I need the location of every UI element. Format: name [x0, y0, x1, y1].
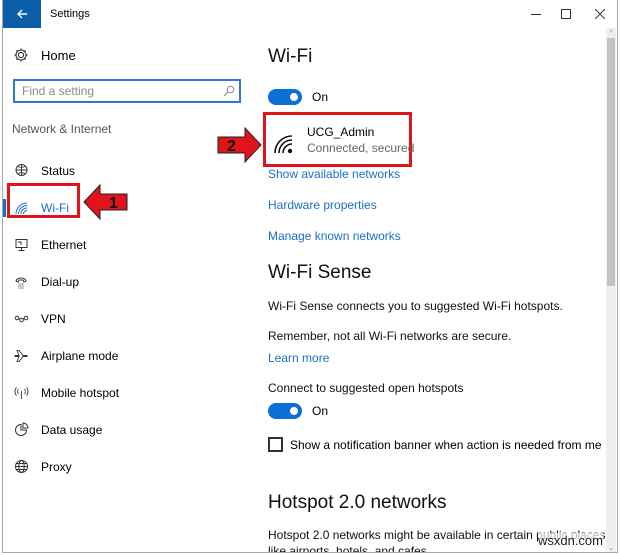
- network-name: UCG_Admin: [307, 125, 375, 139]
- vertical-scrollbar[interactable]: ^ ⌄: [606, 28, 616, 552]
- wifi-sense-warning: Remember, not all Wi-Fi networks are sec…: [268, 329, 512, 343]
- search-input[interactable]: [15, 81, 210, 101]
- scroll-up-arrow-icon[interactable]: ^: [606, 28, 616, 38]
- connect-hotspots-label: Connect to suggested open hotspots: [268, 381, 464, 395]
- search-icon[interactable]: [223, 84, 235, 102]
- network-status: Connected, secured: [307, 141, 415, 155]
- maximize-icon: [561, 9, 571, 19]
- toggle-switch[interactable]: [268, 89, 302, 105]
- hotspot20-heading: Hotspot 2.0 networks: [268, 492, 447, 513]
- proxy-globe-icon: [12, 458, 30, 476]
- status-globe-icon: [12, 162, 30, 180]
- sidebar-item-label: Status: [41, 163, 76, 178]
- sidebar-item-label: Airplane mode: [41, 348, 119, 363]
- vpn-icon: [12, 310, 30, 328]
- hardware-properties-link[interactable]: Hardware properties: [268, 198, 377, 212]
- sidebar-item-vpn[interactable]: VPN: [3, 300, 243, 337]
- sidebar-item-dialup[interactable]: Dial-up: [3, 263, 243, 300]
- wifi-sense-heading: Wi-Fi Sense: [268, 262, 372, 283]
- maximize-button[interactable]: [549, 0, 583, 28]
- window-title: Settings: [50, 8, 90, 20]
- manage-known-networks-link[interactable]: Manage known networks: [268, 229, 401, 243]
- title-bar: Settings: [3, 0, 617, 30]
- notification-checkbox-label: Show a notification banner when action i…: [290, 437, 602, 452]
- sidebar-item-label: Proxy: [41, 459, 72, 474]
- annotation-number-2: 2: [227, 138, 236, 155]
- back-arrow-icon: [17, 9, 27, 19]
- wifi-toggle[interactable]: On: [268, 89, 328, 105]
- connected-network[interactable]: UCG_Admin Connected, secured: [268, 124, 414, 156]
- sidebar-item-label: VPN: [41, 311, 66, 326]
- sidebar-item-proxy[interactable]: Proxy: [3, 448, 243, 485]
- scroll-down-arrow-icon[interactable]: ⌄: [606, 543, 616, 552]
- close-icon: [595, 9, 605, 19]
- search-box[interactable]: [13, 79, 241, 103]
- sidebar-item-airplane-mode[interactable]: Airplane mode: [3, 337, 243, 374]
- notification-banner-option[interactable]: Show a notification banner when action i…: [268, 437, 602, 452]
- wifi-sense-description: Wi-Fi Sense connects you to suggested Wi…: [268, 299, 563, 313]
- sidebar-item-data-usage[interactable]: Data usage: [3, 411, 243, 448]
- wifi-signal-icon: [273, 132, 297, 156]
- sidebar-item-label: Ethernet: [41, 237, 87, 252]
- annotation-number-1: 1: [109, 195, 118, 212]
- minimize-button[interactable]: [519, 0, 553, 28]
- back-button[interactable]: [3, 0, 41, 28]
- settings-window: Settings Home Network & Internet Status: [2, 0, 618, 553]
- sidebar-home[interactable]: Home: [12, 46, 76, 64]
- airplane-icon: [12, 347, 30, 365]
- annotation-arrow-2: 2: [217, 127, 262, 163]
- data-usage-icon: [12, 421, 30, 439]
- section-label: Network & Internet: [12, 122, 112, 136]
- show-available-networks-link[interactable]: Show available networks: [268, 167, 400, 181]
- annotation-arrow-1: 1: [83, 184, 128, 220]
- connect-toggle-state: On: [312, 404, 329, 418]
- sidebar-item-label: Data usage: [41, 422, 103, 437]
- learn-more-link[interactable]: Learn more: [268, 351, 329, 365]
- gear-icon: [12, 46, 30, 64]
- hotspot-icon: [12, 384, 30, 402]
- hotspot20-description-line2: like airports, hotels, and cafes.: [268, 544, 431, 553]
- minimize-icon: [531, 14, 541, 15]
- watermark: wsxdn.com: [537, 533, 603, 548]
- wifi-toggle-state: On: [312, 90, 329, 104]
- connect-hotspots-toggle[interactable]: On: [268, 403, 328, 419]
- close-button[interactable]: [583, 0, 617, 28]
- ethernet-icon: [12, 236, 30, 254]
- notification-checkbox[interactable]: [268, 437, 283, 452]
- sidebar-item-mobile-hotspot[interactable]: Mobile hotspot: [3, 374, 243, 411]
- dialup-phone-icon: [12, 273, 30, 291]
- sidebar-item-ethernet[interactable]: Ethernet: [3, 226, 243, 263]
- sidebar-item-label: Dial-up: [41, 274, 80, 289]
- toggle-switch[interactable]: [268, 403, 302, 419]
- page-title: Wi-Fi: [268, 46, 313, 67]
- scroll-thumb[interactable]: [607, 38, 615, 286]
- sidebar-item-label: Mobile hotspot: [41, 385, 120, 400]
- annotation-box-1: [7, 183, 80, 218]
- home-label: Home: [41, 47, 76, 63]
